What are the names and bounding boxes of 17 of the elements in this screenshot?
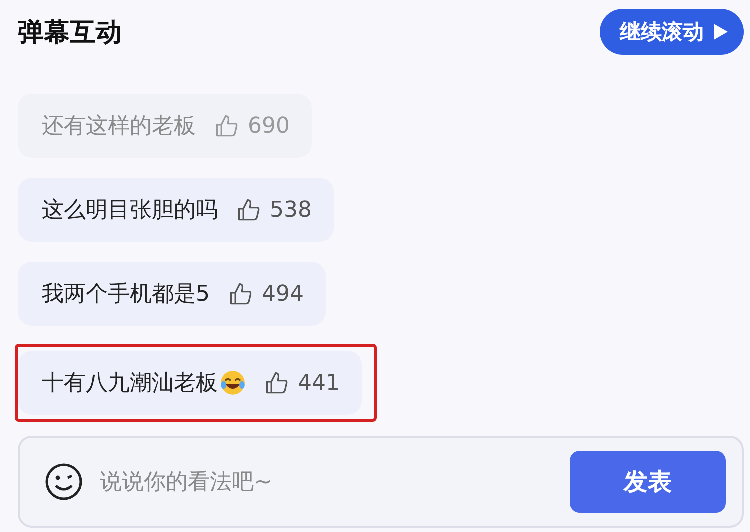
section-title: 弹幕互动: [18, 16, 122, 50]
comment-text: 这么明目张胆的吗: [42, 197, 218, 225]
thumbs-up-icon[interactable]: [214, 113, 240, 139]
thumbs-up-icon[interactable]: [264, 370, 290, 396]
thumbs-up-icon[interactable]: [236, 197, 262, 223]
like-count: 690: [248, 114, 290, 138]
comment-text: 十有八九潮汕老板: [42, 370, 218, 398]
comment-input-field[interactable]: 说说你的看法吧~: [98, 468, 556, 496]
comment-text: 还有这样的老板: [42, 113, 196, 141]
like-count: 441: [298, 370, 340, 396]
thumbs-up-icon[interactable]: [228, 281, 254, 307]
smiley-icon[interactable]: [44, 462, 84, 502]
post-button[interactable]: 发表: [570, 451, 726, 513]
continue-scrolling-button[interactable]: 继续滚动: [600, 9, 744, 55]
like-count: 538: [270, 198, 312, 222]
like-count: 494: [262, 282, 304, 306]
comment-text: 我两个手机都是5: [42, 281, 210, 309]
